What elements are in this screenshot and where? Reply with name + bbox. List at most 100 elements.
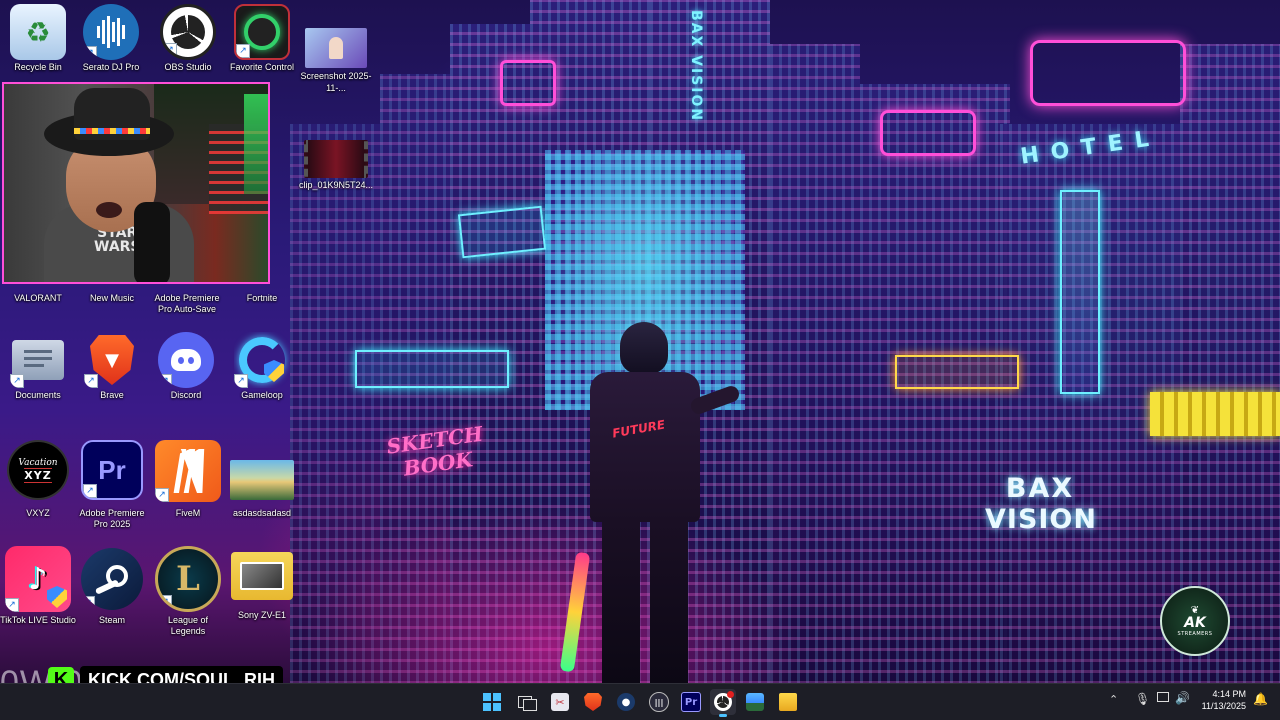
icon-label: Adobe Premiere Pro 2025 [79,508,145,529]
fivem-icon: ↗ [155,440,221,502]
shortcut-arrow-icon: ↗ [5,598,19,612]
volume-icon[interactable]: 🔊 [1175,691,1190,705]
audio-app-icon: ||| [649,692,669,712]
network-icon[interactable] [1157,692,1169,702]
obs-icon: ↗ [160,4,216,60]
gameloop-icon: ↗ [234,332,290,388]
icon-label: New Music [89,293,134,303]
desktop-icon-sony-zv-e1[interactable]: Sony ZV-E1 [224,552,300,621]
shortcut-arrow-icon: ↗ [163,43,177,57]
active-indicator [719,714,727,717]
tray-date: 11/13/2025 [1201,701,1246,711]
taskbar-explorer-button[interactable] [775,689,801,715]
brave-icon: ▼ ↗ [84,332,140,388]
desktop-icon-fivem[interactable]: ↗ FiveM [150,440,226,519]
icon-label: Recycle Bin [14,62,62,72]
desktop-icon-valorant[interactable]: VALORANT [0,291,76,304]
shortcut-arrow-icon: ↗ [236,44,250,58]
mouth [96,202,122,218]
desktop-icon-recycle-bin[interactable]: ♻ Recycle Bin [0,4,76,73]
taskbar-premiere-button[interactable]: Pr [678,689,704,715]
taskbar-obs-button[interactable] [710,689,736,717]
webcam-overlay: STAR WARS [2,82,270,284]
tray-clock[interactable]: 4:14 PM 11/13/2025 [1196,688,1246,712]
desktop-icon-asdasdsadasd[interactable]: asdasdsadasd [224,460,300,519]
vertical-neon-sign: BAX VISION [688,10,704,123]
desktop-icon-favorite-control[interactable]: ↗ Favorite Control [224,4,300,73]
vertical-sign [1060,190,1100,394]
taskbar-brave-button[interactable] [580,689,606,715]
desktop-icon-tiktok-live[interactable]: ♪ ↗ TikTok LIVE Studio [0,546,76,626]
icon-label: OBS Studio [164,62,212,72]
icon-label: Adobe Premiere Pro Auto-Save [154,293,220,314]
desktop-icon-documents[interactable]: ↗ Documents [0,332,76,401]
desktop-icon-discord[interactable]: ↗ Discord [148,332,224,401]
icon-label: Documents [15,390,61,400]
taskbar-steam-button[interactable]: ● [613,689,639,715]
folder-icon [231,552,293,600]
xyz-text: XYZ [24,467,52,483]
icon-label: Screenshot 2025-11-... [300,71,372,93]
folder-icon: ↗ [10,332,66,388]
taskbar-start-button[interactable] [479,689,505,715]
cyan-sign [355,350,509,388]
desktop-icon-gameloop[interactable]: ↗ Gameloop [224,332,300,401]
desktop-icon-brave[interactable]: ▼ ↗ Brave [74,332,150,401]
shortcut-arrow-icon: ↗ [83,46,97,60]
neon-frame [880,110,976,156]
taskbar-photos-button[interactable] [742,689,768,715]
desktop-icon-serato[interactable]: ↗ Serato DJ Pro [73,4,149,73]
serato-icon: ↗ [83,4,139,60]
file-explorer-icon [779,693,797,711]
icon-label: League of Legends [167,615,209,636]
notifications-bell-icon[interactable]: 🔔 [1253,692,1268,706]
taskbar-task-view-button[interactable] [514,689,540,715]
desktop-icon-premiere-autosave[interactable]: Adobe Premiere Pro Auto-Save [148,291,226,315]
tray-time: 4:14 PM [1212,689,1246,699]
cyan-sign [457,205,547,259]
hat-band [74,128,150,134]
shortcut-arrow-icon: ↗ [158,595,172,609]
steam-icon: ↗ [81,548,143,610]
icon-label: clip_01K9N5T24... [298,180,374,190]
premiere-pro-icon: Pr [681,692,701,712]
shortcut-arrow-icon: ↗ [10,374,24,388]
desktop-icon-new-music[interactable]: New Music [74,291,150,304]
image-thumbnail [230,460,294,500]
windows-start-icon [483,693,501,711]
league-glyph: L [176,559,200,599]
icon-label: TikTok LIVE Studio [0,615,76,625]
desktop-icon-vxyz[interactable]: Vacation XYZ VXYZ [0,440,76,519]
taskbar-audio-button[interactable]: ||| [646,689,672,715]
shortcut-arrow-icon: ↗ [81,596,95,610]
shortcut-arrow-icon: ↗ [234,374,248,388]
desktop-icon-league[interactable]: L ↗ League of Legends [150,546,226,637]
shortcut-arrow-icon: ↗ [84,374,98,388]
microphone-icon[interactable]: 🎙 [1135,692,1150,706]
icon-label: Favorite Control [229,62,295,72]
icon-label: Sony ZV-E1 [237,610,287,620]
desktop-icon-fortnite[interactable]: Fortnite [224,291,300,304]
shortcut-arrow-icon: ↗ [158,374,172,388]
bax-vision-sign: BAX VISION [985,474,1097,536]
neon-frame [1030,40,1186,106]
hooded-figure: FUTURE [559,322,742,684]
tray-overflow-chevron-icon[interactable]: ⌃ [1109,693,1118,706]
desktop-icon-screenshot[interactable]: Screenshot 2025-11-... [298,28,374,94]
uac-shield-icon [47,586,67,608]
photos-icon [746,693,764,711]
desktop-icon-obs[interactable]: ↗ OBS Studio [150,4,226,73]
desktop-icon-premiere-pro[interactable]: Pr ↗ Adobe Premiere Pro 2025 [74,440,150,530]
taskbar-snipping-button[interactable]: ✂ [547,689,573,715]
desktop-icon-clip[interactable]: clip_01K9N5T24... [298,140,374,191]
icon-label: VXYZ [26,508,50,518]
desktop-icon-steam[interactable]: ↗ Steam [74,548,150,626]
webcam-microphone [134,202,170,282]
icon-label: Serato DJ Pro [82,62,140,72]
vision-text: VISION [985,504,1097,535]
icon-label: Brave [100,390,124,400]
steam-icon: ● [617,693,635,711]
icon-label: Steam [98,615,125,625]
ak-text: AK [1184,614,1206,631]
icon-label: Gameloop [241,390,283,400]
